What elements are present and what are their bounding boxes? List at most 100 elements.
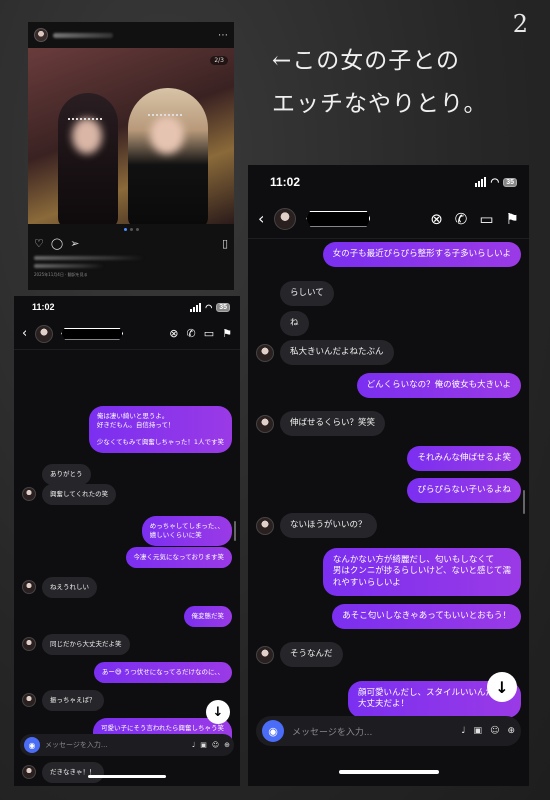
received-message-bubble[interactable]: ありがとう bbox=[42, 464, 91, 485]
message-row: 俺は凄い綺いと思うよ。 好きだもん。自信持って！ 少なくてもみて興奮しちゃった！… bbox=[22, 406, 232, 454]
heart-icon[interactable]: ♡ bbox=[34, 237, 44, 250]
chat-header: ‹ ⊗ ✆ ▭ ⚑ bbox=[248, 199, 529, 239]
back-icon[interactable]: ‹ bbox=[22, 326, 27, 341]
message-row: らしいて bbox=[256, 281, 521, 307]
back-icon[interactable]: ‹ bbox=[258, 209, 264, 228]
message-composer[interactable]: ◉ メッセージを入力... ♩ ▣ ☺ ⊕ bbox=[256, 716, 521, 746]
redacted-username[interactable] bbox=[61, 327, 124, 340]
message-row: ねえうれしい bbox=[22, 577, 232, 598]
sent-message-bubble[interactable]: なんかない方が綺麗だし、匂いもしなくて 男はクンニが捗るらしいけど、ないと感じて… bbox=[322, 548, 521, 597]
link-icon[interactable]: ⊗ bbox=[169, 327, 178, 340]
avatar[interactable] bbox=[256, 516, 274, 535]
status-time: 11:02 bbox=[32, 302, 55, 312]
post-date: 2025年11月4日 · 翻訳を見る bbox=[34, 272, 88, 277]
message-composer[interactable]: ◉ メッセージを入力... ♩ ▣ ☺ ⊕ bbox=[20, 734, 234, 756]
message-row: それみんな伸ばせるよ笑 bbox=[256, 446, 521, 472]
wifi-icon: ◠ bbox=[490, 176, 500, 188]
status-time: 11:02 bbox=[270, 175, 301, 189]
received-message-bubble[interactable]: 私大きいんだよねたぶん bbox=[280, 340, 394, 366]
received-message-bubble[interactable]: ね bbox=[280, 311, 309, 337]
redacted-username[interactable] bbox=[306, 210, 371, 227]
sticker-icon[interactable]: ☺ bbox=[490, 726, 499, 736]
video-icon[interactable]: ▭ bbox=[479, 210, 493, 228]
sent-message-bubble[interactable]: 俺変態だ笑 bbox=[183, 606, 232, 627]
battery-icon: 35 bbox=[216, 302, 230, 312]
sent-message-bubble[interactable]: ぴらぴらない子いるよね bbox=[407, 478, 521, 504]
photo-face-right bbox=[150, 116, 184, 154]
post-actions: ♡ ◯ ➢ ▯ bbox=[28, 234, 234, 252]
flag-icon[interactable]: ⚑ bbox=[222, 327, 232, 340]
blurred-caption bbox=[34, 264, 104, 268]
received-message-bubble[interactable]: 伸ばせるくらい？笑笑 bbox=[280, 411, 386, 437]
bookmark-icon[interactable]: ▯ bbox=[222, 237, 228, 250]
instagram-post: ⋯ 2/3 ♡ ◯ ➢ ▯ 2025年11月4日 · 翻訳を見る bbox=[28, 22, 234, 290]
avatar[interactable] bbox=[274, 207, 297, 230]
camera-icon[interactable]: ◉ bbox=[262, 720, 284, 742]
message-row: めっちゃしてしまった、、 嬉しいくらいに笑 bbox=[22, 516, 232, 546]
avatar[interactable] bbox=[22, 637, 36, 652]
message-row: ね bbox=[256, 311, 521, 337]
avatar[interactable] bbox=[22, 580, 36, 595]
received-message-bubble[interactable]: ないほうがいいの？ bbox=[280, 513, 377, 539]
blurred-caption bbox=[34, 256, 144, 260]
signal-icon bbox=[475, 177, 487, 187]
post-header: ⋯ bbox=[28, 22, 234, 48]
sticker-icon[interactable]: ☺ bbox=[212, 741, 219, 749]
avatar[interactable] bbox=[22, 765, 36, 780]
phone-icon[interactable]: ✆ bbox=[455, 210, 468, 228]
received-message-bubble[interactable]: だきなきゃ！！ bbox=[42, 762, 104, 783]
sent-message-bubble[interactable]: めっちゃしてしまった、、 嬉しいくらいに笑 bbox=[141, 516, 232, 546]
avatar[interactable] bbox=[22, 487, 36, 502]
avatar[interactable] bbox=[256, 343, 274, 362]
tiara-right bbox=[148, 108, 182, 116]
link-icon[interactable]: ⊗ bbox=[430, 210, 443, 228]
received-message-bubble[interactable]: 興奮してくれたの笑 bbox=[42, 484, 117, 505]
received-message-bubble[interactable]: ねえうれしい bbox=[42, 577, 97, 598]
avatar[interactable] bbox=[22, 693, 36, 708]
sent-message-bubble[interactable]: どんくらいなの？俺の彼女も大きいよ bbox=[356, 373, 521, 399]
scroll-down-button[interactable]: ↓ bbox=[487, 672, 517, 702]
status-bar: 11:02 ◠ 35 bbox=[14, 296, 240, 318]
plus-icon[interactable]: ⊕ bbox=[224, 741, 230, 749]
message-row: あー😅 うつ伏せになってるだけなのに、、 bbox=[22, 662, 232, 683]
message-input[interactable]: メッセージを入力... bbox=[292, 725, 453, 738]
received-message-bubble[interactable]: 振っちゃえば？ bbox=[42, 690, 104, 711]
image-icon[interactable]: ▣ bbox=[474, 726, 483, 736]
mic-icon[interactable]: ♩ bbox=[461, 726, 465, 736]
avatar[interactable] bbox=[256, 414, 274, 433]
home-indicator bbox=[338, 770, 439, 774]
message-row: ぴらぴらない子いるよね bbox=[256, 478, 521, 504]
camera-icon[interactable]: ◉ bbox=[24, 737, 40, 753]
sent-message-bubble[interactable]: 女の子も最近ぴらぴら整形する子多いらしいよ bbox=[322, 242, 521, 268]
share-icon[interactable]: ➢ bbox=[70, 237, 79, 250]
received-message-bubble[interactable]: そうなんだ bbox=[280, 642, 343, 668]
received-message-bubble[interactable]: 同じだから大丈夫だよ笑 bbox=[42, 634, 130, 655]
scrollbar[interactable] bbox=[234, 521, 236, 541]
phone-icon[interactable]: ✆ bbox=[187, 327, 196, 340]
message-input[interactable]: メッセージを入力... bbox=[45, 740, 187, 750]
sent-message-bubble[interactable]: あー😅 うつ伏せになってるだけなのに、、 bbox=[93, 662, 232, 683]
message-row: なんかない方が綺麗だし、匂いもしなくて 男はクンニが捗るらしいけど、ないと感じて… bbox=[256, 548, 521, 597]
scroll-down-button[interactable]: ↓ bbox=[206, 700, 230, 724]
plus-icon[interactable]: ⊕ bbox=[507, 726, 515, 736]
avatar[interactable] bbox=[35, 324, 54, 343]
sent-message-bubble[interactable]: 今凄く元気になっております笑 bbox=[125, 547, 232, 568]
avatar[interactable] bbox=[256, 645, 274, 664]
scrollbar[interactable] bbox=[523, 490, 525, 514]
message-row: 興奮してくれたの笑 bbox=[22, 484, 232, 505]
comment-icon[interactable]: ◯ bbox=[51, 237, 63, 250]
sent-message-bubble[interactable]: 俺は凄い綺いと思うよ。 好きだもん。自信持って！ 少なくてもみて興奮しちゃった！… bbox=[88, 406, 232, 454]
caption: ←この女の子との エッチなやりとり。 bbox=[272, 40, 488, 126]
avatar[interactable] bbox=[34, 28, 48, 42]
blurred-username bbox=[53, 32, 113, 38]
flag-icon[interactable]: ⚑ bbox=[506, 210, 519, 228]
mic-icon[interactable]: ♩ bbox=[192, 741, 195, 749]
image-icon[interactable]: ▣ bbox=[200, 741, 207, 749]
chat-header: ‹ ⊗ ✆ ▭ ⚑ bbox=[14, 318, 240, 350]
video-icon[interactable]: ▭ bbox=[204, 327, 214, 340]
sent-message-bubble[interactable]: あそこ匂いしなきゃあってもいいとおもう！ bbox=[332, 604, 521, 630]
more-icon[interactable]: ⋯ bbox=[218, 30, 228, 41]
received-message-bubble[interactable]: らしいて bbox=[280, 281, 334, 307]
sent-message-bubble[interactable]: それみんな伸ばせるよ笑 bbox=[407, 446, 521, 472]
message-row: だきなきゃ！！ bbox=[22, 762, 232, 783]
